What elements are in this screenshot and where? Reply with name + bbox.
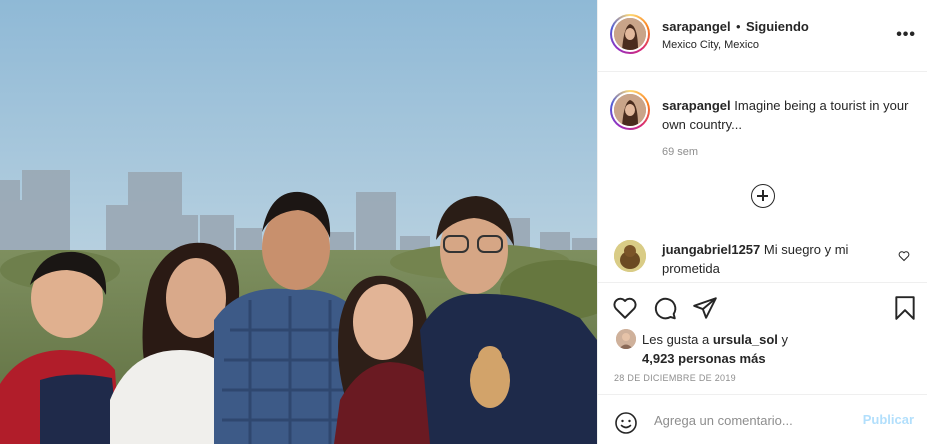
comment-input[interactable] <box>654 409 854 431</box>
add-comment-bar: Publicar <box>598 394 927 444</box>
more-horizontal-icon[interactable]: ••• <box>896 26 916 44</box>
post-header: sarapangel • Siguiendo Mexico City, Mexi… <box>598 0 927 72</box>
likes-prefix: Les gusta a <box>642 332 710 347</box>
follow-separator: • <box>736 19 741 34</box>
author-avatar-image <box>614 18 646 50</box>
publish-button[interactable]: Publicar <box>863 412 914 427</box>
author-username[interactable]: sarapangel <box>662 19 731 34</box>
caption-author-avatar[interactable] <box>610 90 650 130</box>
paper-plane-icon[interactable] <box>692 295 718 321</box>
caption-text-block: sarapangel Imagine being a tourist in yo… <box>662 96 912 134</box>
comment-username[interactable]: juangabriel1257 <box>662 242 760 257</box>
post-location[interactable]: Mexico City, Mexico <box>662 39 759 51</box>
likes-count-link[interactable]: 4,923 personas más <box>642 351 766 366</box>
plus-circle-icon[interactable] <box>751 184 775 208</box>
caption-timestamp[interactable]: 69 sem <box>662 146 698 158</box>
follow-status-button[interactable]: Siguiendo <box>746 19 809 34</box>
comment-icon[interactable] <box>652 295 678 321</box>
liker-avatar[interactable] <box>616 329 636 349</box>
commenter-avatar-image <box>614 240 646 272</box>
liker-username[interactable]: ursula_sol <box>713 332 778 347</box>
family-photo-image <box>0 0 597 444</box>
likes-conjunction: y <box>781 332 789 347</box>
likes-line-1: Les gusta a ursula_sol y <box>642 332 788 347</box>
smiley-icon[interactable] <box>614 411 638 435</box>
bookmark-icon[interactable] <box>892 295 918 321</box>
post-date[interactable]: 28 DE DICIEMBRE DE 2019 <box>614 373 736 383</box>
post-side-panel: sarapangel • Siguiendo Mexico City, Mexi… <box>597 0 927 444</box>
caption-avatar-image <box>614 94 646 126</box>
post-photo[interactable] <box>0 0 597 444</box>
heart-outline-icon[interactable] <box>612 295 638 321</box>
comment-text-block: juangabriel1257 Mi suegro y mi prometida <box>662 240 882 278</box>
liker-avatar-image <box>616 329 636 349</box>
commenter-avatar[interactable] <box>614 240 646 272</box>
comment-heart-icon[interactable] <box>898 250 910 262</box>
instagram-post: sarapangel • Siguiendo Mexico City, Mexi… <box>0 0 927 444</box>
author-avatar[interactable] <box>610 14 650 54</box>
caption-username[interactable]: sarapangel <box>662 98 731 113</box>
